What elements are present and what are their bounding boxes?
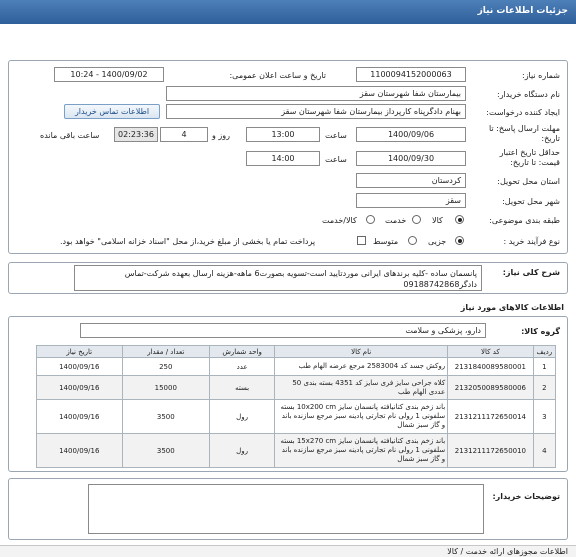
cell-row: 3	[532, 399, 557, 434]
cell-qty: 15000	[121, 375, 211, 400]
cell-code: 2131840089580001	[447, 357, 534, 376]
page-title: جزئیات اطلاعات نیاز	[477, 6, 568, 16]
category-label: طبقه بندی موضوعی:	[489, 216, 560, 225]
cell-unit: رول	[209, 399, 276, 434]
goods-group-label: گروه کالا:	[521, 327, 560, 336]
deadline-time-label: ساعت	[325, 131, 347, 140]
category-radio-goods-service[interactable]	[366, 215, 375, 224]
col-qty: تعداد / مقدار	[121, 345, 211, 358]
table-row[interactable]: 4 2131211172650010 باند زخم بندی کتانیاف…	[36, 433, 557, 468]
cell-qty: 3500	[121, 399, 211, 434]
need-number-field: 1100094152000063	[356, 67, 466, 82]
table-row[interactable]: 1 2131840089580001 روکش جسد کد 2583004 م…	[36, 357, 557, 376]
requester-label: ایجاد کننده درخواست:	[486, 108, 560, 117]
cell-name: کلاه جراحی سایز فری سایز کد 4351 بسته بن…	[274, 375, 449, 400]
cell-unit: عدد	[209, 357, 276, 376]
col-name: نام کالا	[274, 345, 449, 358]
cell-unit: رول	[209, 433, 276, 468]
category-option-goods: کالا	[432, 216, 443, 225]
city-label: شهر محل تحویل:	[502, 197, 560, 206]
col-unit: واحد شمارش	[209, 345, 276, 358]
price-validity-date-field: 1400/09/30	[356, 151, 466, 166]
cell-row: 2	[532, 375, 557, 400]
province-field: کردستان	[356, 173, 466, 188]
cell-date: 1400/09/16	[36, 357, 123, 376]
cell-date: 1400/09/16	[36, 433, 123, 468]
process-radio-medium[interactable]	[408, 236, 417, 245]
cell-name: باند زخم بندی کتانیافته پانسمان سایز 15x…	[274, 433, 449, 468]
buyer-notes-label: توضیحات خریدار:	[492, 492, 560, 501]
cell-name: روکش جسد کد 2583004 مرجع عرضه الهام طب	[274, 357, 449, 376]
category-radio-service[interactable]	[412, 215, 421, 224]
category-option-service: خدمت	[385, 216, 407, 225]
table-row[interactable]: 3 2131211172650014 باند زخم بندی کتانیاف…	[36, 399, 557, 434]
buyer-notes-box	[88, 484, 484, 534]
col-code: کد کالا	[447, 345, 534, 358]
price-validity-time-field: 14:00	[246, 151, 320, 166]
deadline-date-field: 1400/09/06	[356, 127, 466, 142]
process-option-minor: جزیی	[428, 237, 447, 246]
category-radio-goods[interactable]	[455, 215, 464, 224]
cell-unit: بسته	[209, 375, 276, 400]
cell-code: 2131211172650014	[447, 399, 534, 434]
deadline-time-field: 13:00	[246, 127, 320, 142]
footer-text[interactable]: اطلاعات مجوزهای ارائه خدمت / کالا	[447, 547, 568, 556]
need-number-label: شماره نیاز:	[522, 71, 560, 80]
goods-group-field: دارو، پزشکی و سلامت	[80, 323, 486, 338]
deadline-days-label: روز و	[212, 131, 230, 140]
col-date: تاریخ نیاز	[36, 345, 123, 358]
cell-date: 1400/09/16	[36, 375, 123, 400]
cell-row: 1	[532, 357, 557, 376]
cell-date: 1400/09/16	[36, 399, 123, 434]
goods-section-title: اطلاعات کالاهای مورد نیاز	[460, 303, 564, 312]
cell-code: 2132050089580006	[447, 375, 534, 400]
treasury-note: پرداخت تمام یا بخشی از مبلغ خرید،از محل …	[60, 237, 316, 246]
cell-name: باند زخم بندی کتانیافته پانسمان سایز 10x…	[274, 399, 449, 434]
price-validity-time-label: ساعت	[325, 155, 347, 164]
goods-table-header: ردیف کد کالا نام کالا واحد شمارش تعداد /…	[36, 345, 557, 358]
category-option-goods-service: کالا/خدمت	[322, 216, 357, 225]
need-description-box: پانسمان ساده -کلیه برندهای ایرانی موردتا…	[74, 265, 482, 291]
deadline-days-field: 4	[160, 127, 208, 142]
need-description-label: شرح کلی نیاز:	[502, 268, 560, 277]
buyer-org-field: بیمارستان شفا شهرستان سقز	[166, 86, 466, 101]
purchase-process-label: نوع فرآیند خرید :	[503, 237, 560, 246]
requester-field: بهنام دادگرپناه کارپرداز بیمارستان شفا ش…	[166, 104, 466, 119]
announce-datetime-label: تاریخ و ساعت اعلان عمومی:	[229, 71, 326, 80]
deadline-label: مهلت ارسال پاسخ: تا تاریخ:	[488, 124, 560, 143]
buyer-contact-button[interactable]: اطلاعات تماس خریدار	[64, 104, 160, 119]
process-option-medium: متوسط	[373, 237, 399, 246]
remaining-time-field: 02:23:36	[114, 127, 158, 142]
table-row[interactable]: 2 2132050089580006 کلاه جراحی سایز فری س…	[36, 375, 557, 400]
price-validity-label: حداقل تاریخ اعتبار قیمت: تا تاریخ:	[499, 148, 560, 167]
page-header: جزئیات اطلاعات نیاز	[0, 0, 576, 24]
remaining-time-label: ساعت باقی مانده	[40, 131, 100, 140]
cell-qty: 250	[121, 357, 211, 376]
cell-code: 2131211172650010	[447, 433, 534, 468]
footer-bar: اطلاعات مجوزهای ارائه خدمت / کالا	[0, 545, 576, 557]
cell-qty: 3500	[121, 433, 211, 468]
col-row: ردیف	[532, 345, 557, 358]
treasury-checkbox[interactable]	[357, 236, 366, 245]
goods-table: ردیف کد کالا نام کالا واحد شمارش تعداد /…	[36, 345, 557, 468]
buyer-org-label: نام دستگاه خریدار:	[497, 90, 560, 99]
process-radio-minor[interactable]	[455, 236, 464, 245]
cell-row: 4	[532, 433, 557, 468]
announce-datetime-field: 1400/09/02 - 10:24	[54, 67, 164, 82]
province-label: استان محل تحویل:	[497, 177, 560, 186]
city-field: سقز	[356, 193, 466, 208]
